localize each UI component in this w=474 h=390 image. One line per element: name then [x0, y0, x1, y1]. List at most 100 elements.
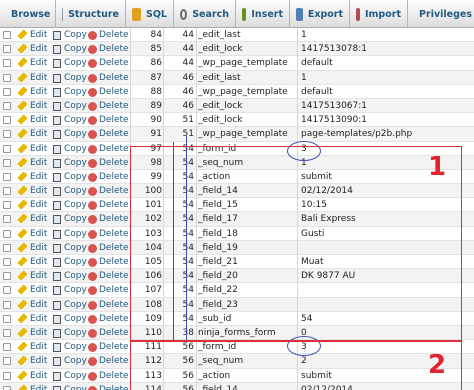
delete-link[interactable]: Delete	[99, 156, 129, 170]
copy-link[interactable]: Copy	[64, 369, 87, 383]
edit-link[interactable]: Edit	[30, 28, 47, 42]
copy-link[interactable]: Copy	[64, 170, 87, 184]
edit-link[interactable]: Edit	[30, 369, 47, 383]
edit-link[interactable]: Edit	[30, 383, 47, 390]
edit-link[interactable]: Edit	[30, 255, 47, 269]
delete-link[interactable]: Delete	[99, 340, 129, 354]
copy-link[interactable]: Copy	[64, 227, 87, 241]
row-checkbox[interactable]	[3, 272, 11, 281]
edit-link[interactable]: Edit	[30, 156, 47, 170]
row-checkbox[interactable]	[3, 87, 11, 96]
edit-link[interactable]: Edit	[30, 298, 47, 312]
copy-link[interactable]: Copy	[64, 255, 87, 269]
edit-link[interactable]: Edit	[30, 142, 47, 156]
copy-link[interactable]: Copy	[64, 283, 87, 297]
edit-link[interactable]: Edit	[30, 71, 47, 85]
delete-link[interactable]: Delete	[99, 269, 129, 283]
tab-privileges[interactable]: Privileges	[408, 0, 474, 28]
delete-link[interactable]: Delete	[99, 56, 129, 70]
edit-link[interactable]: Edit	[30, 212, 47, 226]
row-checkbox[interactable]	[3, 158, 11, 167]
tab-structure[interactable]: Structure	[56, 0, 126, 28]
row-checkbox[interactable]	[3, 31, 11, 39]
copy-link[interactable]: Copy	[64, 326, 87, 340]
delete-link[interactable]: Delete	[99, 312, 129, 326]
edit-link[interactable]: Edit	[30, 42, 47, 56]
copy-link[interactable]: Copy	[64, 212, 87, 226]
row-checkbox[interactable]	[3, 45, 11, 54]
edit-link[interactable]: Edit	[30, 113, 47, 127]
row-checkbox[interactable]	[3, 328, 11, 337]
copy-link[interactable]: Copy	[64, 354, 87, 368]
edit-link[interactable]: Edit	[30, 170, 47, 184]
row-checkbox[interactable]	[3, 286, 11, 295]
copy-link[interactable]: Copy	[64, 340, 87, 354]
row-checkbox[interactable]	[3, 73, 11, 82]
tab-sql[interactable]: SQL	[126, 0, 174, 28]
edit-link[interactable]: Edit	[30, 312, 47, 326]
copy-link[interactable]: Copy	[64, 127, 87, 141]
edit-link[interactable]: Edit	[30, 198, 47, 212]
edit-link[interactable]: Edit	[30, 99, 47, 113]
edit-link[interactable]: Edit	[30, 127, 47, 141]
tab-insert[interactable]: Insert	[236, 0, 290, 28]
copy-link[interactable]: Copy	[64, 113, 87, 127]
delete-link[interactable]: Delete	[99, 369, 129, 383]
edit-link[interactable]: Edit	[30, 241, 47, 255]
copy-link[interactable]: Copy	[64, 241, 87, 255]
copy-link[interactable]: Copy	[64, 156, 87, 170]
edit-link[interactable]: Edit	[30, 326, 47, 340]
row-checkbox[interactable]	[3, 187, 11, 196]
delete-link[interactable]: Delete	[99, 227, 129, 241]
tab-search[interactable]: Search	[174, 0, 236, 28]
delete-link[interactable]: Delete	[99, 127, 129, 141]
tab-import[interactable]: Import	[350, 0, 408, 28]
delete-link[interactable]: Delete	[99, 354, 129, 368]
row-checkbox[interactable]	[3, 314, 11, 323]
row-checkbox[interactable]	[3, 258, 11, 266]
edit-link[interactable]: Edit	[30, 227, 47, 241]
delete-link[interactable]: Delete	[99, 99, 129, 113]
row-checkbox[interactable]	[3, 215, 11, 224]
row-checkbox[interactable]	[3, 343, 11, 352]
copy-link[interactable]: Copy	[64, 298, 87, 312]
row-checkbox[interactable]	[3, 172, 11, 181]
delete-link[interactable]: Delete	[99, 85, 129, 99]
delete-link[interactable]: Delete	[99, 198, 129, 212]
copy-link[interactable]: Copy	[64, 56, 87, 70]
edit-link[interactable]: Edit	[30, 184, 47, 198]
row-checkbox[interactable]	[3, 144, 11, 153]
copy-link[interactable]: Copy	[64, 99, 87, 113]
edit-link[interactable]: Edit	[30, 56, 47, 70]
row-checkbox[interactable]	[3, 243, 11, 252]
copy-link[interactable]: Copy	[64, 85, 87, 99]
row-checkbox[interactable]	[3, 371, 11, 380]
delete-link[interactable]: Delete	[99, 383, 129, 390]
copy-link[interactable]: Copy	[64, 312, 87, 326]
delete-link[interactable]: Delete	[99, 71, 129, 85]
copy-link[interactable]: Copy	[64, 28, 87, 42]
delete-link[interactable]: Delete	[99, 255, 129, 269]
copy-link[interactable]: Copy	[64, 71, 87, 85]
row-checkbox[interactable]	[3, 385, 11, 390]
row-checkbox[interactable]	[3, 201, 11, 210]
row-checkbox[interactable]	[3, 357, 11, 366]
copy-link[interactable]: Copy	[64, 184, 87, 198]
delete-link[interactable]: Delete	[99, 212, 129, 226]
delete-link[interactable]: Delete	[99, 298, 129, 312]
row-checkbox[interactable]	[3, 300, 11, 309]
edit-link[interactable]: Edit	[30, 283, 47, 297]
delete-link[interactable]: Delete	[99, 170, 129, 184]
edit-link[interactable]: Edit	[30, 340, 47, 354]
edit-link[interactable]: Edit	[30, 354, 47, 368]
delete-link[interactable]: Delete	[99, 283, 129, 297]
delete-link[interactable]: Delete	[99, 326, 129, 340]
delete-link[interactable]: Delete	[99, 142, 129, 156]
copy-link[interactable]: Copy	[64, 198, 87, 212]
edit-link[interactable]: Edit	[30, 269, 47, 283]
tab-export[interactable]: Export	[290, 0, 350, 28]
row-checkbox[interactable]	[3, 229, 11, 238]
edit-link[interactable]: Edit	[30, 85, 47, 99]
copy-link[interactable]: Copy	[64, 269, 87, 283]
copy-link[interactable]: Copy	[64, 383, 87, 390]
